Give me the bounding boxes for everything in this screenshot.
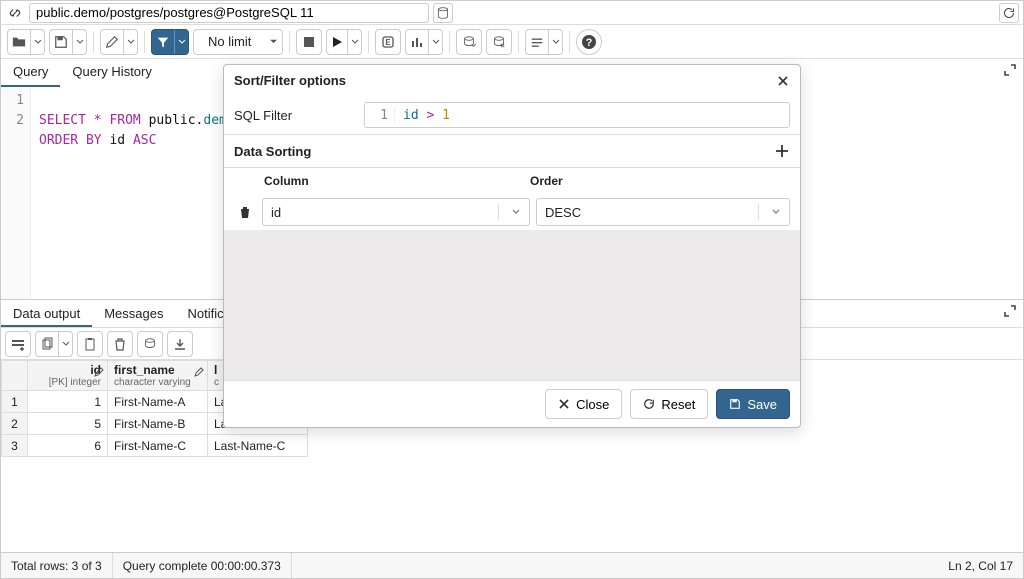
status-time: Query complete 00:00:00.373 bbox=[113, 553, 292, 578]
sort-header-order: Order bbox=[530, 174, 790, 188]
database-icon[interactable] bbox=[433, 3, 453, 23]
sql-code: SELECT * FROM public.demo ORDER BY id AS… bbox=[31, 87, 243, 299]
column-header-id[interactable]: id[PK] integer bbox=[28, 361, 108, 391]
sql-filter-input[interactable]: 1 id > 1 bbox=[364, 102, 790, 128]
save-file-button[interactable] bbox=[49, 29, 87, 55]
sort-column-select[interactable]: id bbox=[262, 198, 530, 226]
data-sorting-label: Data Sorting bbox=[234, 144, 311, 159]
close-icon[interactable] bbox=[776, 74, 790, 88]
connection-address[interactable] bbox=[29, 3, 429, 23]
tab-query[interactable]: Query bbox=[1, 58, 60, 87]
chevron-down-icon[interactable] bbox=[347, 30, 361, 54]
panel-body bbox=[224, 230, 800, 380]
open-file-button[interactable] bbox=[7, 29, 45, 55]
tab-data-output[interactable]: Data output bbox=[1, 300, 92, 327]
stop-button[interactable] bbox=[296, 29, 322, 55]
rollback-button[interactable] bbox=[486, 29, 512, 55]
sort-filter-panel: Sort/Filter options SQL Filter 1 id > 1 … bbox=[223, 64, 801, 428]
app-window: No limit E ? Query Query History bbox=[0, 0, 1024, 579]
sql-filter-label: SQL Filter bbox=[234, 108, 354, 123]
sort-order-select[interactable]: DESC bbox=[536, 198, 790, 226]
panel-title: Sort/Filter options bbox=[234, 73, 346, 88]
pencil-icon[interactable] bbox=[194, 367, 204, 377]
sort-row: id DESC bbox=[234, 194, 790, 230]
edit-button[interactable] bbox=[100, 29, 138, 55]
chevron-down-icon[interactable] bbox=[30, 30, 44, 54]
chevron-down-icon[interactable] bbox=[72, 30, 86, 54]
delete-row-button[interactable] bbox=[107, 331, 133, 357]
save-data-button[interactable] bbox=[137, 331, 163, 357]
copy-button[interactable] bbox=[35, 331, 73, 357]
chevron-down-icon[interactable] bbox=[123, 30, 137, 54]
execute-button[interactable] bbox=[326, 29, 362, 55]
commit-button[interactable] bbox=[456, 29, 482, 55]
status-rows: Total rows: 3 of 3 bbox=[1, 553, 113, 578]
add-row-button[interactable] bbox=[5, 331, 31, 357]
column-header-first-name[interactable]: first_namecharacter varying bbox=[108, 361, 208, 391]
sort-grid: Column Order id DESC bbox=[224, 167, 800, 230]
chevron-down-icon[interactable] bbox=[174, 30, 188, 54]
macro-button[interactable] bbox=[525, 29, 563, 55]
explain-analyze-button[interactable] bbox=[405, 29, 443, 55]
delete-sort-button[interactable] bbox=[234, 201, 256, 223]
tab-messages[interactable]: Messages bbox=[92, 300, 175, 327]
chevron-down-icon[interactable] bbox=[548, 30, 562, 54]
add-sort-button[interactable] bbox=[774, 143, 790, 159]
chevron-down-icon[interactable] bbox=[428, 30, 442, 54]
filter-button[interactable] bbox=[151, 29, 189, 55]
address-bar bbox=[1, 1, 1023, 25]
expand-output-icon[interactable] bbox=[1003, 304, 1017, 318]
paste-button[interactable] bbox=[77, 331, 103, 357]
sort-header-column: Column bbox=[264, 174, 530, 188]
connect-icon[interactable] bbox=[5, 3, 25, 23]
explain-button[interactable]: E bbox=[375, 29, 401, 55]
limit-dropdown[interactable]: No limit bbox=[193, 29, 283, 55]
download-button[interactable] bbox=[167, 331, 193, 357]
pencil-icon[interactable] bbox=[94, 367, 104, 377]
save-button[interactable]: Save bbox=[716, 389, 790, 419]
expand-editor-icon[interactable] bbox=[1003, 63, 1017, 77]
svg-text:?: ? bbox=[586, 37, 593, 49]
row-header-blank bbox=[2, 361, 28, 391]
close-button[interactable]: Close bbox=[545, 389, 622, 419]
svg-text:E: E bbox=[385, 38, 391, 47]
status-cursor: Ln 2, Col 17 bbox=[938, 559, 1023, 573]
refresh-icon[interactable] bbox=[999, 3, 1019, 23]
limit-label: No limit bbox=[202, 34, 267, 49]
line-gutter: 1 2 bbox=[1, 87, 31, 299]
tab-query-history[interactable]: Query History bbox=[60, 58, 163, 87]
reset-button[interactable]: Reset bbox=[630, 389, 708, 419]
table-row[interactable]: 3 6 First-Name-C Last-Name-C bbox=[2, 435, 308, 457]
status-bar: Total rows: 3 of 3 Query complete 00:00:… bbox=[1, 552, 1023, 578]
main-toolbar: No limit E ? bbox=[1, 25, 1023, 59]
chevron-down-icon[interactable] bbox=[58, 332, 72, 356]
help-button[interactable]: ? bbox=[576, 29, 602, 55]
